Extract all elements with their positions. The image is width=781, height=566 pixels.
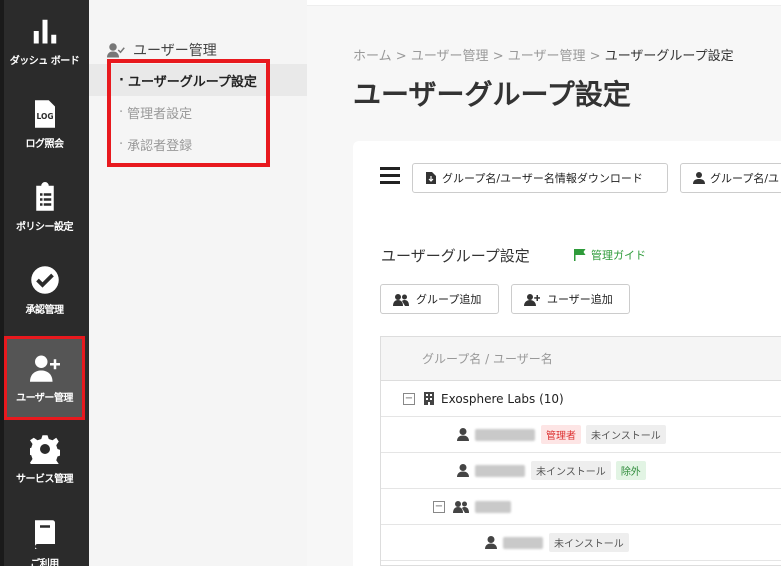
breadcrumb: ホーム > ユーザー管理 > ユーザー管理 > ユーザーグループ設定 <box>353 49 734 64</box>
collapse-toggle[interactable]: − <box>433 500 445 513</box>
breadcrumb-level1[interactable]: ユーザー管理 <box>411 49 489 64</box>
table-row[interactable]: 未インストール 除外 <box>381 453 781 489</box>
building-icon <box>424 392 434 405</box>
rail-label: ご利用 <box>30 559 59 566</box>
excluded-tag: 除外 <box>615 461 646 480</box>
rail-item-service[interactable]: サービス管理 <box>4 418 85 500</box>
users-icon <box>453 501 469 513</box>
table-row[interactable]: 管理者 未インストール <box>381 417 781 453</box>
subnav-header: ユーザー管理 <box>107 40 217 60</box>
rail-item-dashboard[interactable]: ダッシュ ボード <box>4 0 85 82</box>
log-file-icon: LOG <box>34 99 55 128</box>
rail-item-user-management[interactable]: ユーザー管理 <box>4 336 85 420</box>
breadcrumb-home[interactable]: ホーム <box>353 49 392 64</box>
highlight-box <box>107 59 270 167</box>
section-title: ユーザーグループ設定 <box>381 247 530 265</box>
rail-label: ポリシー設定 <box>16 221 74 233</box>
flag-icon <box>574 249 586 261</box>
log-badge: LOG <box>36 112 53 121</box>
book-icon <box>34 520 55 549</box>
group-name: Exosphere Labs (10) <box>441 391 564 406</box>
page-title: ユーザーグループ設定 <box>353 78 631 111</box>
rail-label: ユーザー管理 <box>16 392 73 404</box>
rail-item-approval[interactable]: 承認管理 <box>4 249 85 331</box>
user-check-icon <box>107 43 125 58</box>
user-icon <box>457 428 469 441</box>
table-row-group[interactable]: − Exosphere Labs (10) <box>381 381 781 417</box>
user-icon <box>485 536 497 549</box>
user-icon <box>457 464 469 477</box>
redacted-name <box>503 536 543 549</box>
bar-chart-icon <box>33 19 56 43</box>
menu-toggle-icon[interactable] <box>380 167 400 185</box>
redacted-group-name <box>475 500 511 513</box>
rail-label: 承認管理 <box>25 304 65 316</box>
table-row-subgroup[interactable]: − <box>381 489 781 525</box>
file-download-icon <box>426 172 436 184</box>
status-tag: 未インストール <box>531 461 611 480</box>
gear-icon <box>29 434 60 464</box>
admin-guide-link[interactable]: 管理ガイド <box>574 247 646 263</box>
users-icon <box>393 293 409 306</box>
subnav-header-label: ユーザー管理 <box>133 43 217 59</box>
table-row[interactable]: 未インストール <box>381 525 781 561</box>
status-tag: 未インストール <box>586 425 666 444</box>
user-icon <box>693 172 705 184</box>
add-user-button[interactable]: ユーザー追加 <box>511 284 630 314</box>
breadcrumb-current: ユーザーグループ設定 <box>604 49 734 64</box>
table-header: グループ名 / ユーザー名 <box>381 337 781 381</box>
user-plus-icon <box>29 355 60 382</box>
top-bar <box>307 0 781 6</box>
rail-item-log[interactable]: LOG ログ照会 <box>4 83 85 165</box>
user-plus-icon <box>524 293 540 306</box>
upload-button[interactable]: グループ名/ユ <box>680 163 781 193</box>
rail-label: ログ照会 <box>25 138 65 150</box>
rail-item-policy[interactable]: ポリシー設定 <box>4 166 85 248</box>
add-group-button[interactable]: グループ追加 <box>380 284 499 314</box>
admin-tag: 管理者 <box>541 425 581 444</box>
rail-item-usage[interactable]: ご利用 <box>4 505 85 566</box>
rail-label: ダッシュ ボード <box>9 55 80 67</box>
redacted-name <box>475 428 535 441</box>
breadcrumb-level2[interactable]: ユーザー管理 <box>508 49 586 64</box>
rail-label: サービス管理 <box>16 473 74 485</box>
status-tag: 未インストール <box>549 533 629 552</box>
collapse-toggle[interactable]: − <box>403 392 415 405</box>
redacted-name <box>475 464 525 477</box>
clipboard-list-icon <box>35 181 54 211</box>
check-circle-icon <box>30 265 59 294</box>
download-button[interactable]: グループ名/ユーザー名情報ダウンロード <box>412 163 668 193</box>
user-group-table: グループ名 / ユーザー名 − Exosphere Labs (10) 管理者 … <box>380 336 781 566</box>
